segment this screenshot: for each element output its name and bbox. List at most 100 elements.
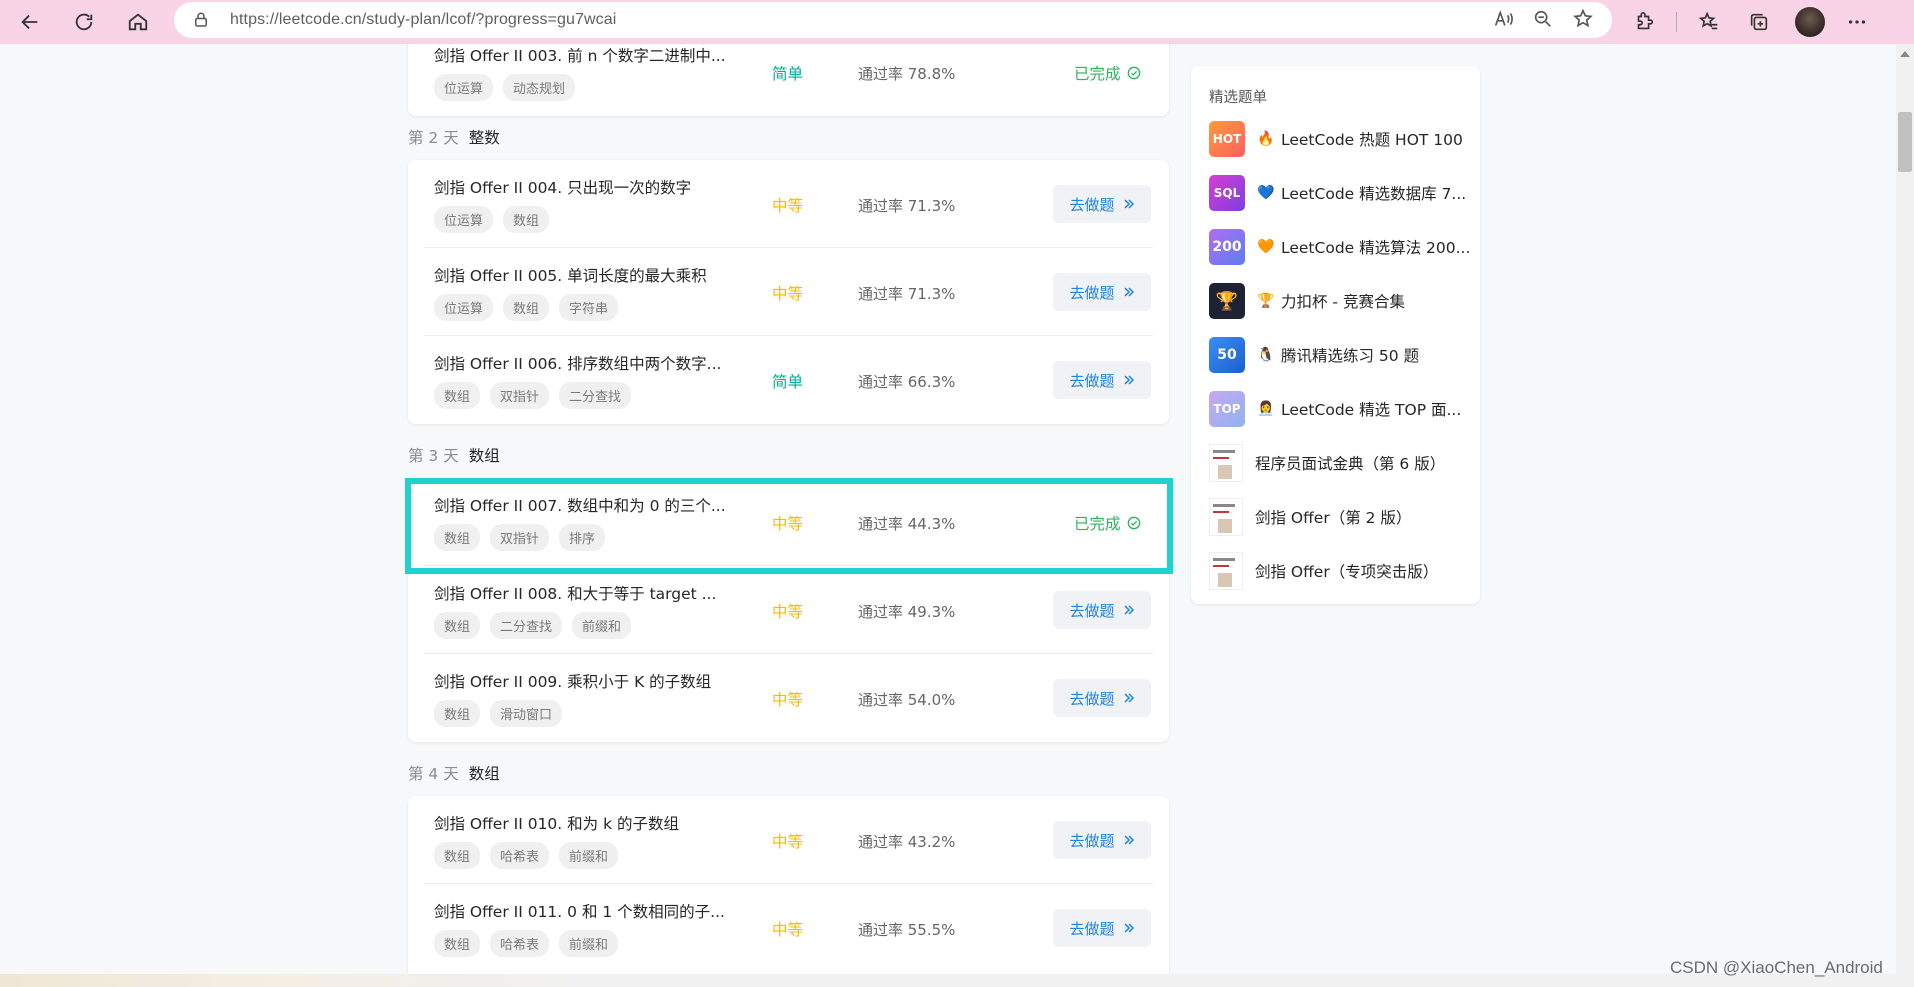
go-solve-button[interactable]: 去做题 [1053, 591, 1151, 629]
tag[interactable]: 数组 [434, 524, 481, 551]
difficulty-badge: 简单 [772, 65, 804, 83]
difficulty-badge: 中等 [772, 197, 804, 215]
question-row[interactable]: 剑指 Offer II 006. 排序数组中两个数字... 数组 双指针 二分查… [424, 336, 1153, 424]
tag[interactable]: 数组 [434, 842, 481, 869]
panel-title: 精选题单 [1209, 90, 1267, 106]
back-button[interactable] [10, 4, 50, 40]
pass-rate: 通过率 49.3% [858, 603, 956, 621]
tag[interactable]: 二分查找 [559, 382, 632, 409]
profile-avatar[interactable] [1795, 7, 1825, 37]
question-title[interactable]: 剑指 Offer II 005. 单词长度的最大乘积 [434, 264, 707, 286]
question-row[interactable]: 剑指 Offer II 011. 0 和 1 个数相同的子... 数组 哈希表 … [424, 884, 1153, 972]
tag[interactable]: 双指针 [490, 382, 550, 409]
difficulty-badge: 中等 [772, 691, 804, 709]
question-title[interactable]: 剑指 Offer II 011. 0 和 1 个数相同的子... [434, 900, 725, 922]
difficulty-badge: 中等 [772, 921, 804, 939]
tag[interactable]: 二分查找 [490, 612, 563, 639]
tag[interactable]: 双指针 [490, 524, 550, 551]
zoom-out-icon[interactable] [1532, 8, 1554, 30]
collections-button[interactable] [1741, 4, 1777, 40]
list-item-sql[interactable]: SQL 💙 LeetCode 精选数据库 7... [1209, 174, 1466, 212]
tag[interactable]: 数组 [434, 700, 481, 727]
question-title[interactable]: 剑指 Offer II 007. 数组中和为 0 的三个... [434, 494, 726, 516]
pass-rate: 通过率 43.2% [858, 833, 956, 851]
favorite-add-icon[interactable] [1572, 8, 1594, 30]
tag[interactable]: 位运算 [434, 294, 494, 321]
scrollbar-thumb[interactable] [1898, 112, 1912, 172]
more-menu-button[interactable] [1839, 4, 1875, 40]
go-solve-button[interactable]: 去做题 [1053, 679, 1151, 717]
list-item-offer-special[interactable]: 剑指 Offer（专项突击版） [1209, 552, 1438, 590]
double-chevron-right-icon [1123, 199, 1134, 209]
read-aloud-icon[interactable] [1492, 8, 1514, 30]
tag[interactable]: 前缀和 [559, 842, 619, 869]
question-title[interactable]: 剑指 Offer II 008. 和大于等于 target ... [434, 582, 716, 604]
question-row[interactable]: 剑指 Offer II 005. 单词长度的最大乘积 位运算 数组 字符串 中等… [424, 248, 1153, 336]
go-solve-button[interactable]: 去做题 [1053, 361, 1151, 399]
fire-icon: 🔥 [1257, 131, 1275, 147]
list-item-contest[interactable]: 🏆 🏆 力扣杯 - 竞赛合集 [1209, 282, 1405, 320]
question-row[interactable]: 剑指 Offer II 008. 和大于等于 target ... 数组 二分查… [424, 566, 1153, 654]
list-item-algo200[interactable]: 200 🧡 LeetCode 精选算法 200... [1209, 228, 1470, 266]
go-solve-button[interactable]: 去做题 [1053, 909, 1151, 947]
list-item-offer2[interactable]: 剑指 Offer（第 2 版） [1209, 498, 1411, 536]
tag[interactable]: 滑动窗口 [490, 700, 563, 727]
list-item-top-interview[interactable]: TOP 👩‍💼 LeetCode 精选 TOP 面... [1209, 390, 1461, 428]
penguin-icon: 🐧 [1257, 347, 1275, 363]
list-item-interview-book[interactable]: 程序员面试金典（第 6 版） [1209, 444, 1445, 482]
go-solve-button[interactable]: 去做题 [1053, 273, 1151, 311]
tag[interactable]: 哈希表 [490, 842, 550, 869]
tag[interactable]: 排序 [559, 524, 606, 551]
difficulty-badge: 中等 [772, 833, 804, 851]
sql-badge-icon: SQL [1209, 175, 1245, 211]
extensions-button[interactable] [1626, 4, 1662, 40]
tag[interactable]: 位运算 [434, 206, 494, 233]
tag[interactable]: 前缀和 [572, 612, 632, 639]
double-chevron-right-icon [1123, 375, 1134, 385]
go-solve-button[interactable]: 去做题 [1053, 821, 1151, 859]
list-item-tencent50[interactable]: 50 🐧 腾讯精选练习 50 题 [1209, 336, 1419, 374]
question-title[interactable]: 剑指 Offer II 009. 乘积小于 K 的子数组 [434, 670, 711, 692]
tag[interactable]: 数组 [503, 294, 550, 321]
favorites-button[interactable] [1691, 4, 1727, 40]
list-item-label: LeetCode 精选算法 200... [1281, 239, 1471, 257]
question-row[interactable]: 剑指 Offer II 004. 只出现一次的数字 位运算 数组 中等 通过率 … [424, 160, 1153, 248]
question-title[interactable]: 剑指 Offer II 003. 前 n 个数字二进制中... [434, 44, 726, 66]
go-solve-button[interactable]: 去做题 [1053, 185, 1151, 223]
refresh-icon [75, 13, 93, 31]
check-circle-icon [1127, 516, 1140, 530]
tag[interactable]: 数组 [434, 382, 481, 409]
question-title[interactable]: 剑指 Offer II 010. 和为 k 的子数组 [434, 812, 679, 834]
go-solve-label: 去做题 [1069, 371, 1115, 390]
tag[interactable]: 动态规划 [503, 74, 576, 101]
question-title[interactable]: 剑指 Offer II 004. 只出现一次的数字 [434, 176, 691, 198]
scroll-up-arrow-icon[interactable] [1899, 50, 1911, 58]
tag[interactable]: 前缀和 [559, 930, 619, 957]
question-row[interactable]: 剑指 Offer II 010. 和为 k 的子数组 数组 哈希表 前缀和 中等… [424, 796, 1153, 884]
difficulty-badge: 简单 [772, 373, 804, 391]
tag[interactable]: 字符串 [559, 294, 619, 321]
favorites-icon [1698, 11, 1718, 30]
question-tags: 位运算 数组 [434, 206, 550, 233]
day-3-card: 剑指 Offer II 007. 数组中和为 0 的三个... 数组 双指针 排… [408, 478, 1169, 742]
tag[interactable]: 数组 [503, 206, 550, 233]
tag[interactable]: 位运算 [434, 74, 494, 101]
tag[interactable]: 数组 [434, 930, 481, 957]
list-item-hot100[interactable]: HOT 🔥 LeetCode 热题 HOT 100 [1209, 120, 1463, 158]
tag[interactable]: 数组 [434, 612, 481, 639]
tag[interactable]: 哈希表 [490, 930, 550, 957]
lock-icon [195, 12, 207, 27]
question-row[interactable]: 剑指 Offer II 009. 乘积小于 K 的子数组 数组 滑动窗口 中等 … [424, 654, 1153, 742]
page-scrollbar[interactable] [1896, 44, 1914, 974]
refresh-button[interactable] [64, 4, 104, 40]
home-button[interactable] [118, 4, 158, 40]
url-text: https://leetcode.cn/study-plan/lcof/?pro… [230, 11, 617, 28]
list-item-label: LeetCode 热题 HOT 100 [1281, 131, 1463, 149]
completed-status: 已完成 [1074, 62, 1141, 84]
200-badge-icon: 200 [1209, 229, 1245, 265]
trophy-badge-icon: 🏆 [1209, 283, 1245, 319]
question-row[interactable]: 剑指 Offer II 003. 前 n 个数字二进制中... 位运算 动态规划… [424, 44, 1153, 116]
question-row[interactable]: 剑指 Offer II 007. 数组中和为 0 的三个... 数组 双指针 排… [424, 478, 1153, 566]
question-title[interactable]: 剑指 Offer II 006. 排序数组中两个数字... [434, 352, 721, 374]
address-bar[interactable]: https://leetcode.cn/study-plan/lcof/?pro… [174, 2, 1612, 38]
